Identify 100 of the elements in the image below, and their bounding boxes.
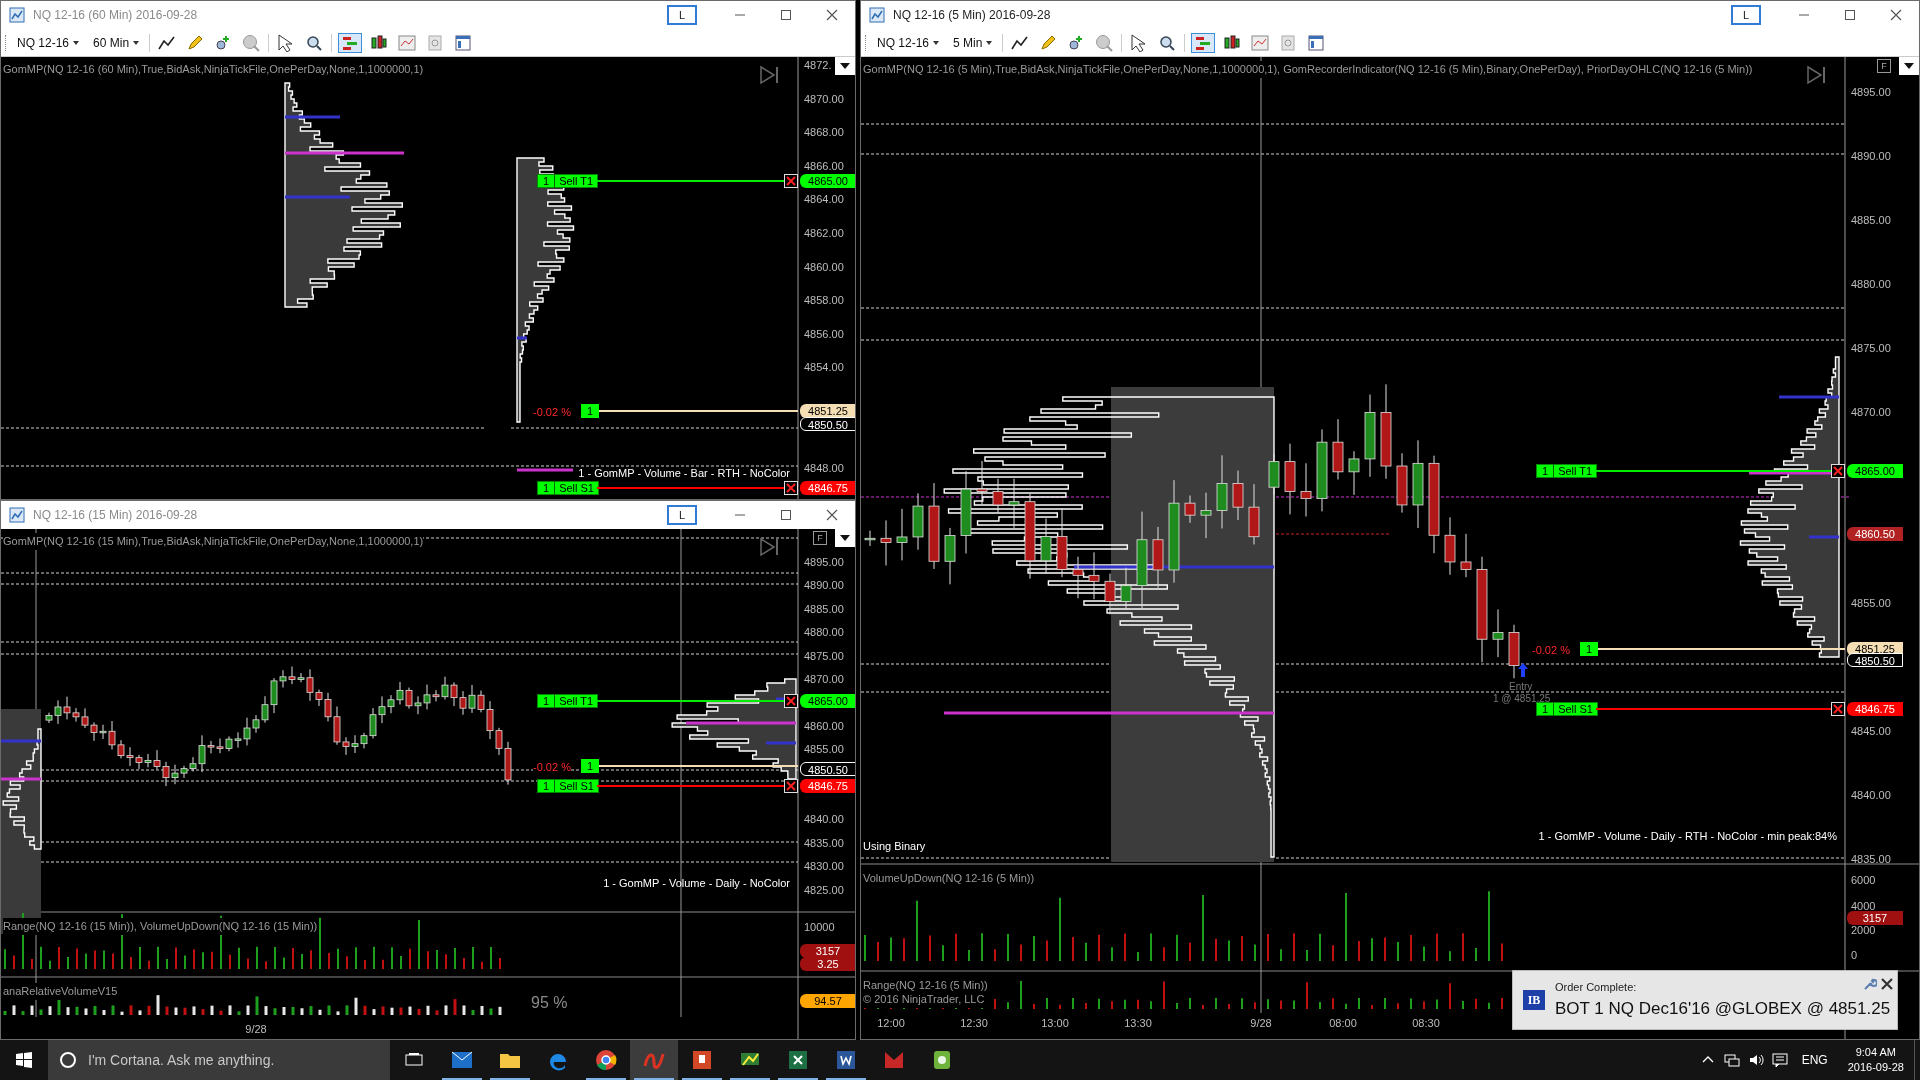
indicator-label: anaRelativeVolumeV15 (3, 983, 118, 1000)
axis-label: 4864.00 (804, 192, 844, 208)
indicator-label: GomMP(NQ 12-16 (15 Min),True,BidAsk,NinjaTickFile,OnePerDay,None,1,1000000,1) (3, 533, 424, 550)
axis-label: 0 (1851, 948, 1858, 963)
order-label[interactable]: 1 Sell T1 (537, 694, 599, 708)
time-label: 12:30 (960, 1016, 988, 1031)
axis-label: 4895.00 (804, 555, 844, 570)
price-tag: 94.57 (800, 994, 855, 1008)
price-tag: 4860.50 (1847, 527, 1903, 541)
position-quantity[interactable]: 1 (581, 404, 599, 418)
search-field[interactable]: I'm Cortana. Ask me anything. (48, 1040, 390, 1080)
axis-label: 6000 (1851, 873, 1876, 888)
axis-label: 4835.00 (1851, 851, 1891, 867)
axis-label: 2000 (1851, 923, 1876, 938)
price-tag: 4865.00 (800, 174, 855, 188)
indicator-label: GomMP(NQ 12-16 (5 Min),True,BidAsk,NinjaTickFile,OnePerDay,None,1,1000000,1), GomRecorderIndicator(NQ 12-16 (5 Min),Binary,OnePerDay), PriorDayOHLC(NQ 12-16 (5 Min)) (863, 61, 1753, 78)
price-tag: 4846.75 (800, 481, 855, 495)
axis-label: 4840.00 (1851, 787, 1891, 803)
axis-label: 4855.00 (804, 742, 844, 758)
price-tag: 4865.00 (800, 694, 855, 708)
axis-label: 4880.00 (1851, 276, 1891, 292)
time-label: 9/28 (245, 1022, 267, 1037)
price-tag: 3.25 (800, 957, 855, 971)
window-title: NQ 12-16 (15 Min) 2016-09-28 (33, 507, 198, 524)
entry-label: Entry (1509, 680, 1533, 694)
price-tag: 3157 (800, 944, 855, 958)
price-tag: 4850.50 (800, 762, 855, 776)
price-tag: 4850.50 (1847, 653, 1903, 667)
axis-label: 4840.00 (804, 812, 844, 828)
axis-label: 4880.00 (804, 625, 844, 641)
axis-label: 4875.00 (804, 648, 844, 664)
layout-button[interactable]: L (667, 5, 697, 25)
axis-label: 4870.00 (1851, 404, 1891, 420)
axis-label: 4875.00 (1851, 340, 1891, 356)
axis-label: 4825.00 (804, 882, 844, 898)
order-label[interactable]: 1 Sell T1 (537, 174, 599, 188)
window-title: NQ 12-16 (5 Min) 2016-09-28 (893, 7, 1051, 24)
price-tag: 4851.25 (800, 404, 855, 418)
price-tag: 4850.50 (800, 417, 855, 431)
notification-title: Order Complete: (1555, 980, 1637, 995)
price-tag: 4865.00 (1847, 464, 1903, 478)
profile-note: 1 - GomMP - Volume - Bar - RTH - NoColor (578, 466, 790, 481)
axis-label: 4870.00 (804, 91, 844, 107)
indicator-label: Range(NQ 12-16 (15 Min)), VolumeUpDown(NQ 12-16 (15 Min)) (3, 918, 318, 935)
f-button[interactable]: F (1877, 59, 1891, 73)
time-label: 08:30 (1412, 1016, 1440, 1031)
entry-fill-label: 1 @ 4851.25 (1493, 692, 1551, 705)
clock[interactable]: 9:04 AM 2016-09-28 (1837, 1045, 1914, 1075)
dropdown[interactable]: NQ 12-16 (873, 33, 944, 52)
axis-label: 4866.00 (804, 158, 844, 174)
axis-label: 4860.00 (804, 259, 844, 275)
profile-note: 1 - GomMP - Volume - Daily - RTH - NoColor - min peak:84% (1538, 829, 1837, 844)
axis-label: 10000 (804, 920, 835, 935)
axis-label: 4872. (804, 58, 832, 73)
order-label[interactable]: 1 Sell S1 (537, 481, 599, 495)
dropdown[interactable]: 5 Min (949, 33, 997, 52)
price-tag: 4846.75 (1847, 702, 1903, 716)
axis-label: 4835.00 (804, 835, 844, 851)
relative-volume-reading: 95 % (531, 993, 568, 1013)
axis-label: 4858.00 (804, 293, 844, 309)
window-title: NQ 12-16 (60 Min) 2016-09-28 (33, 7, 198, 24)
axis-label: 4890.00 (804, 578, 844, 594)
axis-label: 4856.00 (804, 326, 844, 342)
order-label[interactable]: 1 Sell T1 (1536, 464, 1598, 478)
time-label: 08:00 (1329, 1016, 1357, 1031)
profile-note: 1 - GomMP - Volume - Daily - NoColor (603, 876, 790, 891)
axis-label: 4862.00 (804, 226, 844, 241)
axis-label: 4845.00 (1851, 724, 1891, 739)
price-tag: 4846.75 (800, 779, 855, 793)
order-label[interactable]: 1 Sell S1 (1536, 702, 1598, 716)
time-label: 9/28 (1250, 1016, 1272, 1031)
time-label: 12:00 (877, 1016, 905, 1031)
position-quantity[interactable]: 1 (581, 759, 599, 773)
axis-label: 4890.00 (1851, 148, 1891, 164)
notification-message: BOT 1 NQ Dec16'16 @GLOBEX @ 4851.25 (1555, 997, 1891, 1020)
status-note: Using Binary (863, 839, 926, 854)
axis-label: 4868.00 (804, 125, 844, 141)
time-label: 13:00 (1041, 1016, 1069, 1031)
dropdown[interactable]: 60 Min (89, 33, 144, 52)
copyright-text: © 2016 NinjaTrader, LLC (863, 991, 985, 1008)
axis-label: 4885.00 (1851, 212, 1891, 228)
axis-label: 4860.00 (804, 718, 844, 734)
position-quantity[interactable]: 1 (1580, 642, 1598, 656)
axis-label: 4870.00 (804, 672, 844, 687)
layout-button[interactable]: L (1731, 5, 1761, 25)
axis-label: 4854.00 (804, 360, 844, 376)
axis-label: 4885.00 (804, 601, 844, 617)
broker-logo: IB (1523, 990, 1545, 1010)
order-label[interactable]: 1 Sell S1 (537, 779, 599, 793)
language-indicator[interactable]: ENG (1791, 1051, 1838, 1069)
time-label: 13:30 (1124, 1016, 1152, 1031)
f-button[interactable]: F (813, 531, 827, 545)
dropdown[interactable]: NQ 12-16 (13, 33, 84, 52)
axis-label: 4848.00 (804, 461, 844, 477)
axis-label: 4830.00 (804, 859, 844, 875)
layout-button[interactable]: L (667, 505, 697, 525)
axis-label: 4895.00 (1851, 85, 1891, 100)
axis-label: 4000 (1851, 899, 1876, 914)
axis-label: 4855.00 (1851, 596, 1891, 612)
price-tag: 3157 (1847, 911, 1903, 925)
